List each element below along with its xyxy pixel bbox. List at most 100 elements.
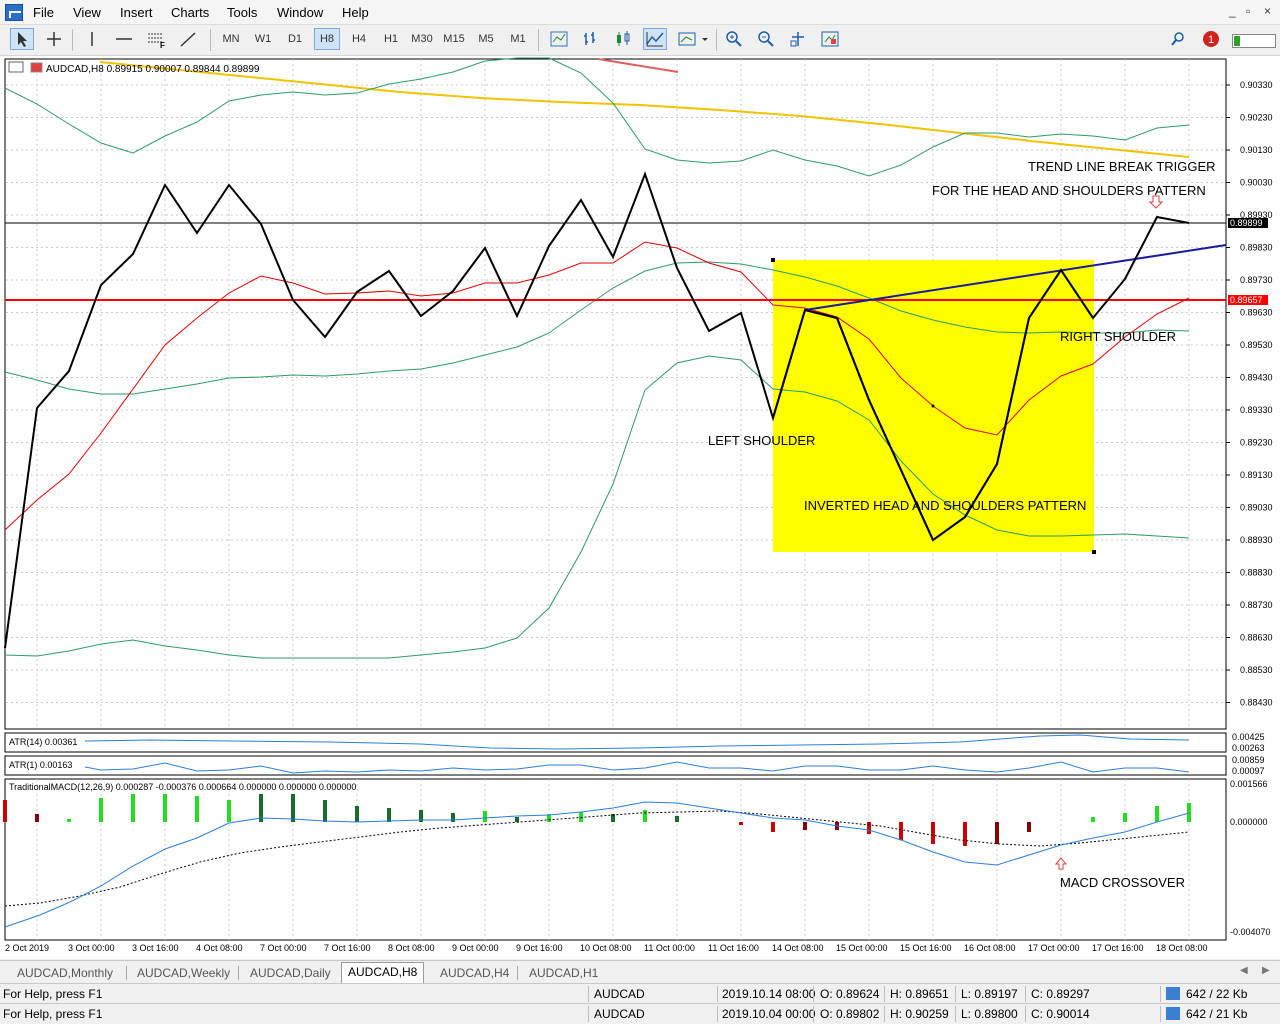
status-close: C: 0.89297	[1031, 987, 1090, 1001]
trendline-icon[interactable]	[176, 28, 200, 50]
macd-histogram-bar	[995, 822, 999, 844]
macd-pane[interactable]	[4, 778, 1227, 941]
macd-histogram-bar	[1027, 822, 1031, 832]
macd-histogram-bar	[675, 816, 679, 822]
tile-windows-icon[interactable]	[786, 28, 810, 50]
trigger-label-line1[interactable]: TREND LINE BREAK TRIGGER	[1028, 159, 1216, 174]
right-shoulder-label[interactable]: RIGHT SHOULDER	[1060, 329, 1176, 344]
price-tick-label: 0.88530	[1240, 665, 1273, 675]
macd-histogram-bar	[899, 822, 903, 840]
tab-monthly[interactable]: AUDCAD,Monthly	[11, 964, 119, 982]
scroll-left-icon[interactable]: ◀	[1240, 965, 1248, 976]
traffic-icon	[1166, 987, 1180, 1000]
time-tick-label: 17 Oct 16:00	[1092, 943, 1144, 953]
macd-histogram-bar	[931, 822, 935, 844]
macd-crossover-label[interactable]: MACD CROSSOVER	[1060, 875, 1185, 890]
status-traffic: 642 / 21 Kb	[1186, 1007, 1248, 1021]
horizontal-line-icon[interactable]	[112, 28, 136, 50]
timeframe-m15[interactable]: M15	[440, 28, 468, 50]
app-logo-icon	[5, 4, 23, 21]
atr14-axis-bottom: 0.00263	[1232, 743, 1265, 753]
macd-histogram-bar	[1155, 806, 1159, 822]
status-close: C: 0.90014	[1031, 1007, 1090, 1021]
level-price-label: 0.89657	[1230, 295, 1263, 305]
time-tick-label: 16 Oct 08:00	[964, 943, 1016, 953]
trigger-label-line2[interactable]: FOR THE HEAD AND SHOULDERS PATTERN	[932, 183, 1206, 198]
macd-histogram-bar	[1187, 803, 1191, 822]
status-help: For Help, press F1	[3, 987, 103, 1001]
time-tick-label: 18 Oct 08:00	[1156, 943, 1208, 953]
bid-price-label: 0.89899	[1230, 218, 1263, 228]
time-axis: 2 Oct 2019 3 Oct 00:00 3 Oct 16:00 4 Oct 08…	[5, 943, 1208, 953]
zoom-in-icon[interactable]	[722, 28, 746, 50]
macd-axis-bottom: -0.004070	[1230, 927, 1271, 937]
atr1-axis-top: 0.00859	[1232, 755, 1265, 765]
macd-histogram-bar	[227, 800, 231, 822]
pattern-label[interactable]: INVERTED HEAD AND SHOULDERS PATTERN	[804, 498, 1086, 513]
time-tick-label: 15 Oct 16:00	[900, 943, 952, 953]
macd-histogram-bar	[387, 808, 391, 822]
status-bar: For Help, press F1 AUDCAD 2019.10.14 08:…	[0, 983, 1280, 1004]
tab-h1[interactable]: AUDCAD,H1	[523, 964, 604, 982]
timeframe-m30[interactable]: M30	[408, 28, 436, 50]
box-handle-icon[interactable]	[771, 258, 775, 262]
status-symbol: AUDCAD	[594, 987, 645, 1001]
connection-status-indicator[interactable]	[1232, 34, 1276, 48]
tab-daily[interactable]: AUDCAD,Daily	[244, 964, 337, 982]
marker-icon	[931, 404, 935, 408]
macd-histogram-bar	[771, 822, 775, 832]
template-dropdown-icon[interactable]	[675, 28, 711, 50]
macd-histogram-bar	[867, 822, 871, 834]
time-tick-label: 7 Oct 00:00	[260, 943, 307, 953]
toolbar: F MN W1 D1 H8 H4 H1 M30 M15 M5 M1 1	[0, 25, 1280, 56]
search-icon[interactable]	[1166, 28, 1190, 50]
price-tick-label: 0.89230	[1240, 438, 1273, 448]
fibonacci-icon[interactable]: F	[144, 28, 168, 50]
menu-window[interactable]: Window	[277, 5, 323, 20]
minimize-button[interactable]: _	[1229, 4, 1236, 18]
menu-file[interactable]: File	[33, 5, 54, 20]
tab-weekly[interactable]: AUDCAD,Weekly	[131, 964, 236, 982]
bar-chart-icon[interactable]	[579, 28, 603, 50]
timeframe-h8[interactable]: H8	[314, 28, 340, 50]
macd-histogram-bar	[451, 813, 455, 822]
menu-charts[interactable]: Charts	[171, 5, 209, 20]
restore-button[interactable]: ▫	[1246, 4, 1250, 18]
timeframe-mn[interactable]: MN	[218, 28, 244, 50]
tab-h4[interactable]: AUDCAD,H4	[434, 964, 515, 982]
cursor-icon[interactable]	[10, 28, 34, 50]
notifications-icon[interactable]: 1	[1196, 28, 1224, 50]
menu-help[interactable]: Help	[342, 5, 369, 20]
timeframe-h4[interactable]: H4	[346, 28, 372, 50]
macd-histogram-bar	[1091, 817, 1095, 822]
time-tick-label: 7 Oct 16:00	[324, 943, 371, 953]
timeframe-m1[interactable]: M1	[505, 28, 531, 50]
candlestick-icon[interactable]	[611, 28, 635, 50]
price-tick-label: 0.89830	[1240, 243, 1273, 253]
time-tick-label: 15 Oct 00:00	[836, 943, 888, 953]
left-shoulder-label[interactable]: LEFT SHOULDER	[708, 433, 815, 448]
menu-view[interactable]: View	[73, 5, 101, 20]
timeframe-m5[interactable]: M5	[473, 28, 499, 50]
chart-window[interactable]: TREND LINE BREAK TRIGGER FOR THE HEAD AN…	[0, 56, 1280, 959]
tab-h8[interactable]: AUDCAD,H8	[341, 962, 425, 983]
vertical-line-icon[interactable]	[80, 28, 104, 50]
status-time: 2019.10.14 08:00	[722, 987, 816, 1001]
timeframe-d1[interactable]: D1	[282, 28, 308, 50]
scroll-right-icon[interactable]: ▶	[1262, 965, 1270, 976]
line-chart-icon[interactable]	[643, 28, 667, 50]
chart-properties-icon[interactable]	[547, 28, 571, 50]
time-tick-label: 9 Oct 16:00	[516, 943, 563, 953]
menu-tools[interactable]: Tools	[227, 5, 257, 20]
box-handle-icon[interactable]	[1092, 550, 1096, 554]
menu-insert[interactable]: Insert	[120, 5, 153, 20]
timeframe-h1[interactable]: H1	[378, 28, 404, 50]
timeframe-w1[interactable]: W1	[250, 28, 276, 50]
crosshair-icon[interactable]	[42, 28, 66, 50]
autoscroll-icon[interactable]	[818, 28, 842, 50]
close-button[interactable]: ×	[1264, 4, 1271, 18]
status-help: For Help, press F1	[3, 1007, 103, 1021]
zoom-out-icon[interactable]	[754, 28, 778, 50]
status-low: L: 0.89800	[961, 1007, 1018, 1021]
macd-axis-zero: 0.000000	[1230, 817, 1268, 827]
